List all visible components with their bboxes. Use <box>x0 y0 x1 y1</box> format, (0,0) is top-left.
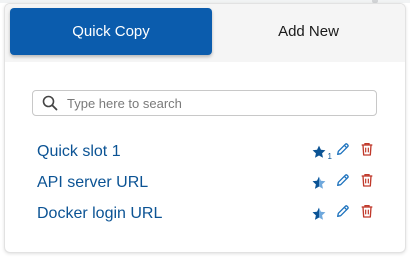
delete-button[interactable] <box>357 173 377 193</box>
snippet-list: Quick slot 1 1 API server URL Docker log… <box>37 136 377 229</box>
row-actions: 1 <box>305 136 377 167</box>
tab-quick-copy[interactable]: Quick Copy <box>10 8 212 55</box>
favorite-button[interactable] <box>309 173 329 193</box>
popup-panel: Quick Copy Add New Quick slot 1 1 <box>4 3 406 253</box>
pencil-icon <box>335 172 351 193</box>
star-filled-icon: 1 <box>309 142 332 162</box>
snippet-label[interactable]: Quick slot 1 <box>37 143 121 161</box>
star-half-icon <box>309 173 329 193</box>
star-half-icon <box>309 204 329 224</box>
pencil-icon <box>335 203 351 224</box>
delete-button[interactable] <box>357 204 377 224</box>
edit-button[interactable] <box>333 142 353 162</box>
trash-icon <box>359 172 375 193</box>
list-item: Quick slot 1 1 <box>37 136 377 167</box>
favorite-button[interactable] <box>309 204 329 224</box>
tab-bar: Quick Copy Add New <box>5 4 405 62</box>
tab-add-new[interactable]: Add New <box>212 8 405 55</box>
pencil-icon <box>335 141 351 162</box>
edit-button[interactable] <box>333 204 353 224</box>
list-item: Docker login URL <box>37 198 377 229</box>
search-input[interactable] <box>67 95 357 111</box>
row-actions <box>305 198 377 229</box>
row-actions <box>305 167 377 198</box>
snippet-label[interactable]: API server URL <box>37 174 148 192</box>
trash-icon <box>359 203 375 224</box>
slot-number: 1 <box>327 151 332 161</box>
delete-button[interactable] <box>357 142 377 162</box>
favorite-button[interactable]: 1 <box>309 142 332 162</box>
edit-button[interactable] <box>333 173 353 193</box>
list-item: API server URL <box>37 167 377 198</box>
search-box[interactable] <box>32 90 377 116</box>
trash-icon <box>359 141 375 162</box>
snippet-label[interactable]: Docker login URL <box>37 205 162 223</box>
search-icon <box>41 94 59 112</box>
